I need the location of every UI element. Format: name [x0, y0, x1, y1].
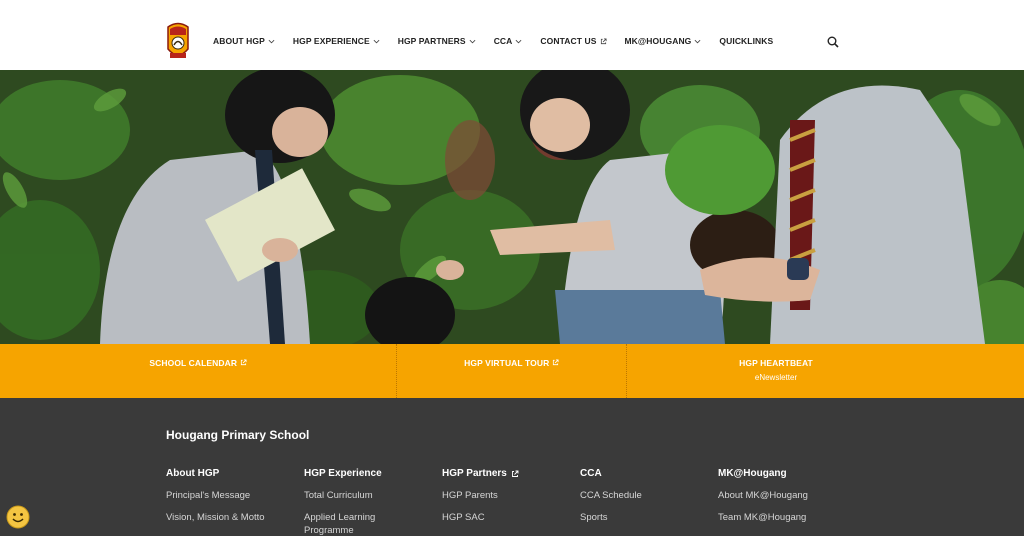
quick-link-text: HGP VIRTUAL TOUR — [464, 358, 550, 368]
virtual-tour-link[interactable]: HGP VIRTUAL TOUR — [397, 344, 626, 398]
quick-link-label: SCHOOL CALENDAR — [0, 358, 396, 368]
footer-link[interactable]: Vision, Mission & Motto — [166, 511, 296, 524]
nav-about-hgp[interactable]: ABOUT HGP — [213, 36, 275, 46]
footer-link[interactable]: CCA Schedule — [580, 489, 710, 502]
external-link-icon — [552, 359, 559, 366]
footer-title: Hougang Primary School — [166, 428, 310, 442]
footer-link[interactable]: HGP Parents — [442, 489, 572, 502]
search-icon[interactable] — [827, 36, 839, 48]
footer-heading-text: HGP Partners — [442, 468, 507, 479]
footer-heading[interactable]: HGP Experience — [304, 468, 434, 479]
footer-heading-text: CCA — [580, 468, 602, 479]
footer-column-experience: HGP Experience Total Curriculum Applied … — [304, 468, 434, 536]
footer-heading[interactable]: CCA — [580, 468, 710, 479]
external-link-icon — [511, 470, 519, 477]
heartbeat-newsletter-link[interactable]: HGP HEARTBEAT eNewsletter — [627, 344, 925, 398]
hero-banner — [0, 70, 1024, 344]
footer-link[interactable]: Team MK@Hougang — [718, 511, 848, 524]
nav-hgp-partners[interactable]: HGP PARTNERS — [398, 36, 476, 46]
nav-mk-hougang[interactable]: MK@HOUGANG — [625, 36, 702, 46]
chevron-down-icon — [469, 39, 476, 43]
footer-link[interactable]: Total Curriculum — [304, 489, 434, 502]
site-header: ABOUT HGP HGP EXPERIENCE HGP PARTNERS CC… — [0, 0, 1024, 70]
footer-link[interactable]: Sports — [580, 511, 710, 524]
nav-contact-us[interactable]: CONTACT US — [540, 36, 607, 46]
nav-label: ABOUT HGP — [213, 36, 265, 46]
nav-label: HGP PARTNERS — [397, 36, 466, 46]
footer-link[interactable]: Applied Learning Programme — [304, 511, 394, 536]
nav-cca[interactable]: CCA — [494, 36, 523, 46]
footer-column-about: About HGP Principal's Message Vision, Mi… — [166, 468, 296, 533]
footer-heading-text: HGP Experience — [304, 468, 382, 479]
school-logo[interactable] — [164, 21, 192, 61]
nav-quicklinks[interactable]: QUICKLINKS — [719, 36, 773, 46]
nav-label: CONTACT US — [540, 36, 597, 46]
quick-links-bar: SCHOOL CALENDAR HGP VIRTUAL TOUR HGP HEA… — [0, 344, 1024, 398]
nav-label: HGP EXPERIENCE — [292, 36, 370, 46]
school-calendar-link[interactable]: SCHOOL CALENDAR — [0, 344, 396, 398]
hero-photo-students-gardening — [0, 70, 1024, 344]
quick-link-text: SCHOOL CALENDAR — [149, 358, 238, 368]
footer-link[interactable]: About MK@Hougang — [718, 489, 848, 502]
footer-column-mk-hougang: MK@Hougang About MK@Hougang Team MK@Houg… — [718, 468, 848, 533]
footer-column-partners: HGP Partners HGP Parents HGP SAC — [442, 468, 572, 533]
site-footer: Hougang Primary School About HGP Princip… — [0, 398, 1024, 536]
footer-heading[interactable]: MK@Hougang — [718, 468, 848, 479]
footer-heading[interactable]: HGP Partners — [442, 468, 572, 479]
chevron-down-icon — [268, 39, 275, 43]
chevron-down-icon — [373, 39, 380, 43]
footer-heading-text: About HGP — [166, 468, 220, 479]
nav-label: CCA — [493, 36, 513, 46]
main-nav: ABOUT HGP HGP EXPERIENCE HGP PARTNERS CC… — [213, 36, 791, 46]
nav-label: MK@HOUGANG — [624, 36, 692, 46]
nav-label: QUICKLINKS — [719, 36, 774, 46]
external-link-icon — [240, 359, 247, 366]
footer-link[interactable]: Principal's Message — [166, 489, 296, 502]
quick-link-label: HGP VIRTUAL TOUR — [397, 358, 626, 368]
quick-link-text: HGP HEARTBEAT — [739, 358, 813, 368]
chevron-down-icon — [694, 39, 701, 43]
footer-link[interactable]: HGP SAC — [442, 511, 572, 524]
footer-heading[interactable]: About HGP — [166, 468, 296, 479]
feedback-smiley-icon[interactable] — [6, 505, 30, 529]
external-link-icon — [600, 37, 607, 44]
quick-link-subtitle: eNewsletter — [754, 373, 798, 382]
footer-column-cca: CCA CCA Schedule Sports — [580, 468, 710, 533]
chevron-down-icon — [515, 39, 522, 43]
nav-hgp-experience[interactable]: HGP EXPERIENCE — [293, 36, 380, 46]
footer-heading-text: MK@Hougang — [718, 468, 787, 479]
